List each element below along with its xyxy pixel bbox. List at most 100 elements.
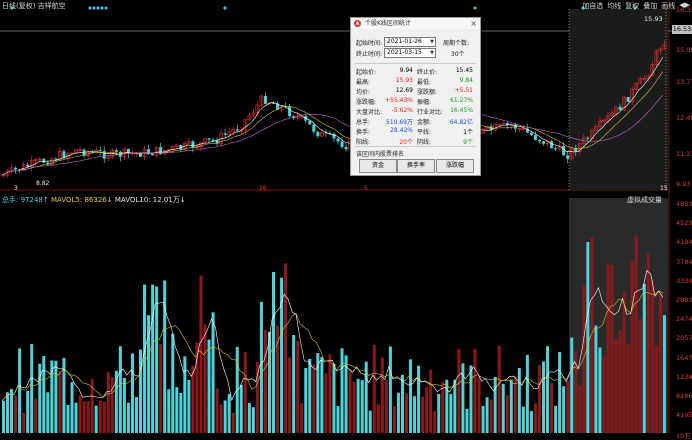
stat-label: 涨跌幅: — [356, 99, 377, 106]
volume-bar-down — [409, 359, 413, 433]
volume-bar-up — [219, 404, 223, 433]
volume-bar-up — [203, 324, 207, 433]
volume-bar-up — [159, 344, 163, 433]
stat-label: 平线: — [417, 129, 432, 136]
period-count-value: 30个 — [451, 51, 465, 58]
volume-bar-down — [46, 392, 50, 433]
price-axis-label: 16.33 — [676, 6, 692, 14]
volume-bar-up — [654, 345, 658, 433]
mavol5-line — [1, 269, 664, 401]
end-date-select[interactable]: 2021-03-15 ▼ — [384, 48, 436, 58]
volume-bar-down — [134, 397, 138, 433]
volume-bar-up — [312, 364, 316, 433]
volume-axis-label: 10万 — [676, 432, 691, 440]
candle-down — [211, 139, 215, 141]
candle-down — [26, 164, 30, 167]
volume-bar-up — [513, 376, 517, 433]
virtual-volume-label[interactable]: 虚拟成交量 — [627, 195, 662, 205]
volume-axis-label: 8286 — [676, 392, 692, 400]
toolbar-add-watchlist[interactable]: 加自选 — [582, 1, 603, 11]
candle-down — [618, 106, 622, 111]
volume-bar-up — [421, 396, 425, 433]
volume-axis-label: 24745 — [676, 315, 692, 324]
volume-bar-down — [554, 405, 558, 433]
volume-bar-up — [255, 362, 259, 433]
volume-bar-down — [493, 377, 497, 433]
change-button[interactable]: 涨跌幅 — [436, 159, 474, 173]
volume-bar-down — [485, 397, 489, 433]
volume-bar-up — [199, 275, 203, 433]
volume-bar-up — [372, 344, 376, 433]
volume-bar-down — [267, 331, 271, 433]
volume-bar-down — [453, 379, 457, 433]
volume-bar-down — [546, 346, 550, 433]
volume-bar-down — [558, 351, 562, 433]
close-icon[interactable]: × — [470, 18, 477, 29]
volume-bar-up — [324, 373, 328, 433]
toolbar-overlay[interactable]: 叠加 — [643, 1, 657, 11]
toolbar-adjust[interactable]: 复权 — [625, 1, 639, 11]
price-volume-chart[interactable] — [0, 0, 692, 433]
toolbar: 加自选 均线 复权 叠加 画线 ◀▶ — [582, 1, 690, 11]
candle-down — [235, 129, 239, 131]
toolbar-ma[interactable]: 均线 — [607, 1, 621, 11]
low-price-marker: 8.82 — [36, 180, 50, 187]
volume-axis-label: 16478 — [676, 353, 692, 362]
price-axis-label: 15.05 — [676, 46, 692, 54]
stat-value: 510.69万 — [386, 119, 413, 126]
dialog-titlebar[interactable]: ▲ 个股K线区间统计 × — [351, 18, 480, 29]
volume-bar-down — [167, 389, 171, 433]
volume-bar-down — [316, 353, 320, 433]
turnover-button[interactable]: 换手率 — [397, 159, 435, 173]
fund-button[interactable]: 资金 — [359, 159, 397, 173]
volume-bar-up — [22, 412, 26, 433]
toolbar-draw[interactable]: 画线 — [661, 1, 675, 11]
volume-bar-up — [610, 264, 614, 433]
selection-area — [569, 9, 668, 190]
volume-bar-up — [231, 412, 235, 433]
volume-bar-down — [175, 387, 179, 433]
dialog-title: 个股K线区间统计 — [365, 20, 411, 27]
candle-down — [98, 150, 102, 152]
volume-bar-up — [582, 285, 586, 433]
candle-down — [340, 141, 344, 148]
start-date-value: 2021-01-26 — [387, 38, 422, 45]
date-marker: 26 — [259, 185, 267, 192]
volume-bar-down — [469, 365, 473, 433]
event-marker-icon — [473, 6, 477, 10]
volume-bar-down — [143, 284, 147, 433]
volume-bar-up — [110, 377, 114, 433]
candle-down — [263, 96, 267, 104]
event-marker-icon — [223, 6, 227, 10]
volume-bar-up — [300, 403, 304, 433]
stat-label: 起始价: — [356, 69, 377, 76]
candle-down — [533, 134, 537, 140]
event-marker-icon — [96, 6, 100, 10]
stat-value: 16.45% — [450, 107, 473, 114]
volume-bar-down — [259, 301, 263, 433]
volume-bar-up — [630, 261, 634, 433]
volume-bar-down — [449, 393, 453, 433]
volume-bar-down — [54, 360, 58, 433]
volume-axis-label: 48338 — [676, 200, 692, 208]
interval-stats-dialog: ▲ 个股K线区间统计 × 起始时间: 2021-01-26 ▼ 终止时间: 202… — [350, 17, 481, 176]
candle-down — [586, 137, 590, 139]
volume-bar-up — [392, 406, 396, 433]
end-date-value: 2021-03-15 — [387, 49, 422, 56]
candle-down — [191, 141, 195, 148]
volume-bar-down — [130, 353, 134, 433]
volume-bar-down — [147, 315, 151, 433]
volume-bar-down — [139, 349, 143, 433]
candle-down — [207, 138, 211, 140]
stat-value: +5.51 — [454, 87, 473, 94]
volume-bar-up — [215, 388, 219, 433]
start-date-select[interactable]: 2021-01-26 ▼ — [384, 37, 436, 47]
volume-bar-up — [98, 400, 102, 433]
date-marker: 5 — [364, 185, 368, 192]
volume-bar-down — [26, 390, 30, 433]
chevron-down-icon: ▼ — [430, 50, 434, 56]
volume-bar-up — [429, 369, 433, 433]
stat-label: 总手: — [356, 119, 371, 126]
end-time-label: 终止时间: — [356, 51, 383, 58]
period-count-label: 周期个数: — [443, 40, 470, 47]
